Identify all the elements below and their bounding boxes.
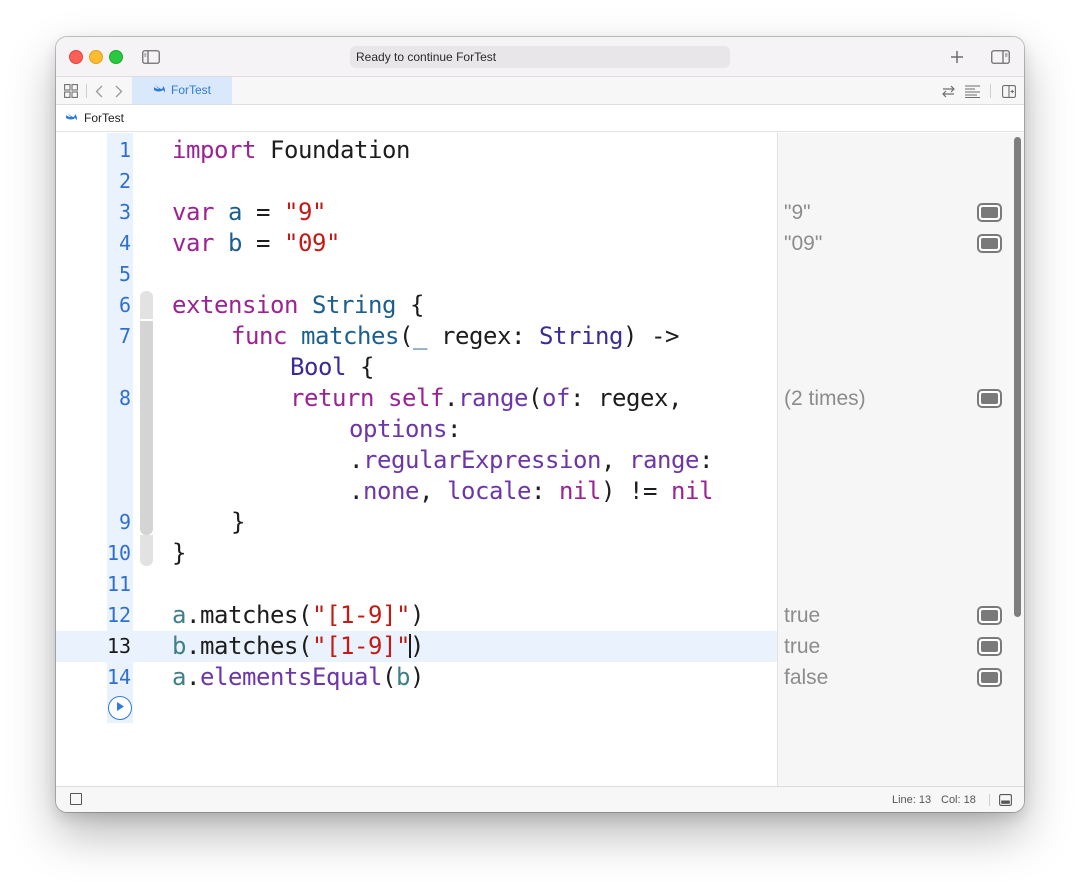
title-bar: Ready to continue ForTest	[56, 37, 1024, 77]
line-number-current: 13	[107, 634, 132, 658]
line-number: 3	[118, 200, 131, 224]
divider	[989, 794, 990, 806]
tab-label: ForTest	[170, 83, 211, 97]
cursor-line: Line: 13	[892, 794, 932, 806]
code-line[interactable]: extension String {	[172, 290, 424, 321]
code-line[interactable]: var b = "09"	[172, 228, 340, 259]
code-line[interactable]: a.elementsEqual(b)	[172, 662, 424, 693]
xcode-window: Ready to continue ForTest ForTest ForTes…	[56, 37, 1024, 812]
inspector-toggle-icon[interactable]	[991, 49, 1010, 64]
breadcrumb[interactable]: ForTest	[56, 105, 1024, 132]
zoom-button[interactable]	[109, 50, 123, 64]
code-line[interactable]: options:	[349, 414, 461, 445]
line-number: 14	[107, 665, 132, 689]
line-number: 9	[118, 510, 131, 534]
text-caret	[409, 634, 411, 658]
console-icon[interactable]	[998, 793, 1012, 807]
result-value: (2 times)	[784, 387, 866, 410]
divider	[990, 84, 991, 98]
tab-bar: ForTest	[56, 77, 1024, 105]
swap-icon[interactable]	[940, 84, 956, 98]
code-line-current[interactable]: b.matches("[1-9]")	[172, 631, 424, 662]
code-folding-ribbon[interactable]	[140, 535, 153, 566]
chevron-right-icon[interactable]	[114, 84, 124, 98]
code-line[interactable]: }	[172, 538, 186, 569]
tab-fortest[interactable]: ForTest	[132, 77, 232, 104]
code-line[interactable]: var a = "9"	[172, 197, 326, 228]
line-number: 6	[118, 293, 131, 317]
activity-status: Ready to continue ForTest	[350, 46, 730, 68]
divider	[86, 84, 87, 98]
quick-look-icon[interactable]	[977, 606, 1002, 625]
breadcrumb-label: ForTest	[84, 111, 125, 125]
result-value: false	[784, 666, 829, 689]
quick-look-icon[interactable]	[977, 203, 1002, 222]
code-folding-ribbon[interactable]	[140, 321, 153, 535]
line-number: 1	[118, 138, 131, 162]
code-line[interactable]: Bool {	[290, 352, 374, 383]
result-value: "09"	[784, 232, 823, 255]
sidebar-toggle-icon[interactable]	[142, 49, 160, 64]
line-number: 5	[118, 262, 131, 286]
status-bar: Line: 13 Col: 18	[56, 786, 1024, 812]
play-icon	[115, 699, 125, 717]
line-number: 2	[118, 169, 131, 193]
swift-icon	[65, 111, 78, 125]
code-line[interactable]: a.matches("[1-9]")	[172, 600, 424, 631]
quick-look-icon[interactable]	[977, 668, 1002, 687]
result-value: "9"	[784, 201, 811, 224]
line-number: 12	[107, 603, 132, 627]
code-line[interactable]: return self.range(of: regex,	[290, 383, 682, 414]
close-button[interactable]	[69, 50, 83, 64]
line-number: 8	[118, 386, 131, 410]
code-line[interactable]: }	[231, 507, 245, 538]
result-value: true	[784, 635, 821, 658]
grid-icon[interactable]	[64, 84, 78, 98]
code-line[interactable]: import Foundation	[172, 135, 410, 166]
result-value: true	[784, 604, 821, 627]
debug-area-toggle-icon[interactable]	[70, 793, 82, 805]
lines-icon[interactable]	[963, 84, 981, 98]
quick-look-icon[interactable]	[977, 389, 1002, 408]
plus-icon[interactable]	[949, 49, 964, 64]
cursor-column: Col: 18	[941, 794, 976, 806]
code-line[interactable]: .none, locale: nil) != nil	[349, 476, 713, 507]
line-number: 4	[118, 231, 131, 255]
code-line[interactable]: .regularExpression, range:	[349, 445, 713, 476]
code-line[interactable]: func matches(_ regex: String) ->	[231, 321, 679, 352]
code-folding-ribbon[interactable]	[140, 291, 153, 319]
minimize-button[interactable]	[89, 50, 103, 64]
chevron-left-icon[interactable]	[94, 84, 104, 98]
run-playground-button[interactable]	[108, 696, 132, 720]
quick-look-icon[interactable]	[977, 234, 1002, 253]
scrollbar-thumb[interactable]	[1014, 137, 1021, 617]
quick-look-icon[interactable]	[977, 637, 1002, 656]
code-editor[interactable]: 1 2 3 4 5 6 7 8 9 10 11 12 13 14 import …	[56, 133, 1024, 786]
line-number: 7	[118, 324, 131, 348]
add-editor-icon[interactable]	[1001, 84, 1016, 98]
swift-icon	[153, 77, 166, 104]
line-number: 11	[107, 572, 132, 596]
line-number: 10	[107, 541, 132, 565]
